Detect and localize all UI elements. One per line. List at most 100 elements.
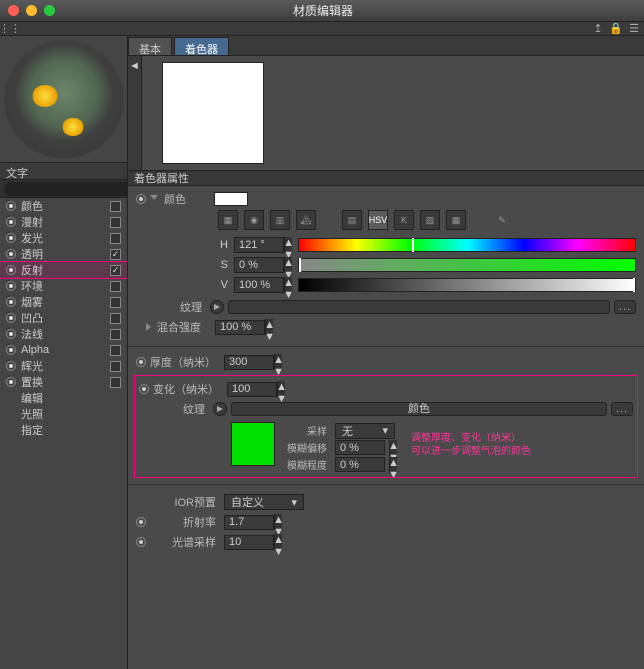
bluroffset-spinner[interactable]: ▲▼ (389, 440, 397, 456)
mix-spinner[interactable]: ▲▼ (265, 319, 273, 335)
radio-icon[interactable] (6, 217, 16, 227)
shader-thumbnail[interactable] (162, 62, 264, 164)
menu-icon[interactable]: ☰ (628, 23, 640, 35)
channel-指定[interactable]: 指定 (0, 422, 127, 438)
v-field[interactable]: 100 % (234, 277, 284, 293)
channel-checkbox[interactable] (110, 249, 121, 260)
close-icon[interactable] (8, 5, 19, 16)
iorpreset-dropdown[interactable]: 自定义▾ (224, 494, 304, 510)
up-icon[interactable]: ↥ (592, 23, 604, 35)
texture-play-icon[interactable] (210, 300, 224, 314)
expand-icon[interactable] (150, 195, 158, 204)
swatches-icon[interactable]: ▦ (446, 210, 466, 230)
channel-烟雾[interactable]: 烟雾 (0, 294, 127, 310)
channel-checkbox[interactable] (110, 361, 121, 372)
s-spinner[interactable]: ▲▼ (284, 257, 292, 273)
channel-编辑[interactable]: 编辑 (0, 390, 127, 406)
bluramount-field[interactable]: 0 % (335, 457, 385, 472)
lock-icon[interactable]: 🔒 (610, 23, 622, 35)
disclosure-icon[interactable] (136, 357, 146, 367)
thickness-field[interactable]: 300 (224, 355, 274, 370)
eyedropper-icon[interactable]: ✎ (492, 210, 512, 230)
val-slider[interactable] (298, 278, 636, 292)
channel-发光[interactable]: 发光 (0, 230, 127, 246)
hsv-button[interactable]: HSV (368, 210, 388, 230)
wheel-icon[interactable]: ◉ (244, 210, 264, 230)
rgb-icon[interactable]: ▤ (342, 210, 362, 230)
texture2-slot[interactable]: 颜色 (231, 402, 607, 416)
spectrum-icon[interactable]: ▥ (270, 210, 290, 230)
ior-field[interactable]: 1.7 (224, 515, 274, 530)
thumb-nav[interactable]: ◄ (128, 56, 142, 170)
mixer-icon[interactable]: ▨ (420, 210, 440, 230)
h-field[interactable]: 121 ° (234, 237, 284, 253)
channel-法线[interactable]: 法线 (0, 326, 127, 342)
channel-漫射[interactable]: 漫射 (0, 214, 127, 230)
search-input[interactable] (4, 182, 146, 196)
channel-透明[interactable]: 透明 (0, 246, 127, 262)
variation-spinner[interactable]: ▲▼ (277, 381, 285, 397)
texture2-play-icon[interactable] (213, 402, 227, 416)
sat-slider[interactable] (298, 258, 636, 272)
radio-icon[interactable] (6, 345, 16, 355)
texture-slot[interactable] (228, 300, 610, 314)
material-preview[interactable] (4, 40, 124, 158)
radio-icon[interactable] (6, 329, 16, 339)
tab-basic[interactable]: 基本 (128, 37, 172, 55)
sample-dropdown[interactable]: 无▾ (335, 423, 395, 439)
channel-checkbox[interactable] (110, 377, 121, 388)
h-spinner[interactable]: ▲▼ (284, 237, 292, 253)
radio-icon[interactable] (6, 265, 16, 275)
radio-icon[interactable] (6, 361, 16, 371)
channel-checkbox[interactable] (110, 217, 121, 228)
channel-checkbox[interactable] (110, 265, 121, 276)
channel-checkbox[interactable] (110, 201, 121, 212)
radio-icon[interactable] (6, 249, 16, 259)
radio-icon[interactable] (6, 281, 16, 291)
specsample-field[interactable]: 10 (224, 535, 274, 550)
radio-icon[interactable] (6, 233, 16, 243)
channel-checkbox[interactable] (110, 297, 121, 308)
bluroffset-field[interactable]: 0 % (335, 440, 385, 455)
radio-icon[interactable] (6, 201, 16, 211)
color-swatch[interactable] (214, 192, 248, 206)
channel-checkbox[interactable] (110, 345, 121, 356)
disclosure-icon[interactable] (136, 517, 146, 527)
disclosure-icon[interactable] (136, 194, 146, 204)
channel-颜色[interactable]: 颜色 (0, 198, 127, 214)
channel-环境[interactable]: 环境 (0, 278, 127, 294)
channel-checkbox[interactable] (110, 313, 121, 324)
disclosure-icon[interactable] (139, 384, 149, 394)
mix-field[interactable]: 100 % (215, 320, 265, 335)
radio-icon[interactable] (6, 377, 16, 387)
channel-checkbox[interactable] (110, 329, 121, 340)
mix-expand-icon[interactable] (146, 323, 151, 331)
radio-icon[interactable] (6, 297, 16, 307)
channel-光照[interactable]: 光照 (0, 406, 127, 422)
channel-反射[interactable]: 反射 (0, 262, 127, 278)
tab-shader[interactable]: 着色器 (174, 37, 229, 55)
radio-icon[interactable] (6, 313, 16, 323)
channel-checkbox[interactable] (110, 281, 121, 292)
grid-icon[interactable]: ⋮⋮ (4, 23, 16, 35)
image-icon[interactable]: 🏔 (296, 210, 316, 230)
zoom-icon[interactable] (44, 5, 55, 16)
hue-slider[interactable] (298, 238, 636, 252)
texture-browse-button[interactable]: ... (614, 300, 636, 314)
specsample-spinner[interactable]: ▲▼ (274, 534, 282, 550)
disclosure-icon[interactable] (136, 537, 146, 547)
channel-置换[interactable]: 置换 (0, 374, 127, 390)
texture2-browse-button[interactable]: ... (611, 402, 633, 416)
channel-凹凸[interactable]: 凹凸 (0, 310, 127, 326)
channel-Alpha[interactable]: Alpha (0, 342, 127, 358)
variation-field[interactable]: 100 (227, 382, 277, 397)
s-field[interactable]: 0 % (234, 257, 284, 273)
picker-icon[interactable]: ▦ (218, 210, 238, 230)
kelvin-icon[interactable]: K (394, 210, 414, 230)
minimize-icon[interactable] (26, 5, 37, 16)
variation-swatch[interactable] (231, 422, 275, 466)
channel-checkbox[interactable] (110, 233, 121, 244)
thickness-spinner[interactable]: ▲▼ (274, 354, 282, 370)
channel-辉光[interactable]: 辉光 (0, 358, 127, 374)
bluramount-spinner[interactable]: ▲▼ (389, 457, 397, 473)
